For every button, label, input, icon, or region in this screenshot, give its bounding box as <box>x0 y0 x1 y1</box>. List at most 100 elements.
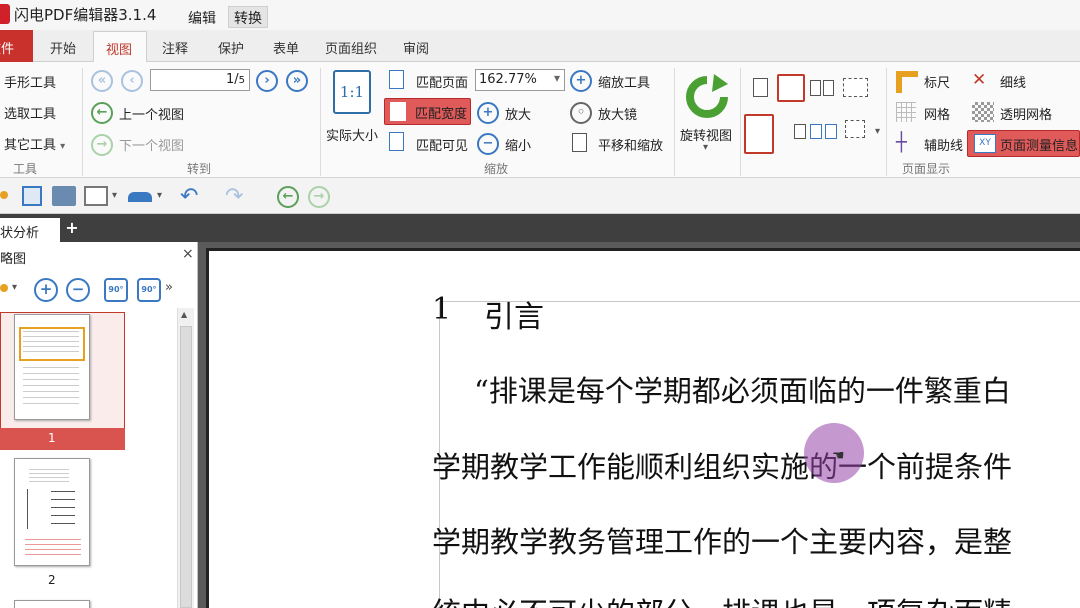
page-current: 1 <box>225 72 235 87</box>
rotate-right-icon[interactable]: 90° <box>137 278 161 302</box>
menu-convert[interactable]: 转换 <box>228 6 268 28</box>
measure-info-label: 页面测量信息 <box>1000 139 1079 154</box>
magnifier-button[interactable]: 放大镜 <box>598 104 637 123</box>
other-tools-label: 其它工具 <box>4 138 57 153</box>
last-page-icon[interactable]: » <box>286 70 308 92</box>
guides-button[interactable]: 辅助线 <box>924 135 963 154</box>
ruler-icon[interactable] <box>896 71 918 93</box>
page-1-icon[interactable] <box>825 124 837 139</box>
thin-line-icon[interactable]: ✕ <box>972 70 986 90</box>
tab-review[interactable]: 审阅 <box>403 38 429 57</box>
grid-icon[interactable] <box>896 102 916 122</box>
first-page-icon[interactable]: « <box>91 70 113 92</box>
hand-tool-button[interactable]: 手形工具 <box>4 72 56 91</box>
zoom-out-icon[interactable]: − <box>477 133 499 155</box>
shrink-thumbnail-icon[interactable]: − <box>66 278 90 302</box>
transparent-grid-button[interactable]: 透明网格 <box>1000 104 1052 123</box>
thumbnail-page-3[interactable] <box>14 600 90 608</box>
facing-page-icon[interactable] <box>823 80 834 96</box>
tab-form[interactable]: 表单 <box>273 38 299 57</box>
magnifier-icon[interactable]: ◦ <box>570 102 592 124</box>
chevron-down-icon[interactable]: ▾ <box>875 126 880 137</box>
redo-icon[interactable]: ↷ <box>225 184 249 209</box>
continuous-page-icon[interactable] <box>777 74 805 102</box>
chevron-down-icon[interactable]: ▾ <box>157 190 167 210</box>
save-icon[interactable] <box>22 186 42 206</box>
document-tab-bar: 状分析 + <box>0 214 1080 242</box>
next-page-icon[interactable]: › <box>256 70 278 92</box>
actual-size-icon[interactable]: 1:1 <box>333 70 371 114</box>
rotate-view-icon[interactable] <box>684 74 730 120</box>
print-icon[interactable] <box>52 186 76 206</box>
thumbnail-panel: 略图 × ▾ + − 90° 90° » 1 2 ▲ <box>0 242 198 608</box>
other-tools-button[interactable]: 其它工具 ▾ <box>4 134 65 153</box>
prev-page-icon[interactable]: ‹ <box>121 70 143 92</box>
thumbnail-page-2[interactable] <box>14 458 90 566</box>
ribbon-divider <box>886 68 887 176</box>
options-icon[interactable] <box>0 284 8 292</box>
undo-icon[interactable]: ↶ <box>180 184 204 209</box>
email-icon[interactable] <box>84 186 108 206</box>
new-tab-icon[interactable]: + <box>64 220 80 237</box>
tab-page-org[interactable]: 页面组织 <box>325 38 377 57</box>
scroll-up-icon[interactable]: ▲ <box>181 310 187 319</box>
tab-protect[interactable]: 保护 <box>218 38 244 57</box>
paragraph-line: 学期教学工作能顺利组织实施的一个前提条件 <box>432 450 1013 484</box>
chevron-down-icon[interactable]: ▾ <box>703 142 708 153</box>
page-2-icon[interactable] <box>810 124 822 139</box>
star-icon[interactable] <box>0 191 8 199</box>
tab-file[interactable]: 文件 <box>0 30 33 62</box>
zoom-in-button[interactable]: 放大 <box>505 104 531 123</box>
rotate-left-icon[interactable]: 90° <box>104 278 128 302</box>
tab-comment[interactable]: 注释 <box>162 38 188 57</box>
tile-view-icon[interactable] <box>845 120 865 138</box>
fit-visible-button[interactable]: 匹配可见 <box>416 135 468 154</box>
zoom-in-icon[interactable]: + <box>477 102 499 124</box>
menu-edit[interactable]: 编辑 <box>188 8 216 28</box>
single-page-icon[interactable] <box>753 78 768 97</box>
fit-page-button[interactable]: 匹配页面 <box>416 72 468 91</box>
next-view-button[interactable]: 下一个视图 <box>119 135 184 154</box>
split-view-icon[interactable] <box>794 124 806 139</box>
thumbnail-text <box>25 539 81 557</box>
chevron-down-icon[interactable]: ▾ <box>112 190 122 210</box>
cover-page-icon[interactable] <box>744 114 774 154</box>
zoom-out-button[interactable]: 缩小 <box>505 135 531 154</box>
guides-icon[interactable]: ┼ <box>896 132 907 153</box>
thin-line-button[interactable]: 细线 <box>1000 72 1026 91</box>
previous-view-button[interactable]: 上一个视图 <box>119 104 184 123</box>
measure-info-button[interactable]: XY 页面测量信息 <box>967 130 1080 157</box>
title-bar: 闪电PDF编辑器3.1.4 编辑 转换 <box>0 0 1080 30</box>
tab-view[interactable]: 视图 <box>93 31 147 63</box>
scanner-icon[interactable] <box>128 192 152 202</box>
select-tool-button[interactable]: 选取工具 <box>4 103 56 122</box>
close-icon[interactable]: × <box>182 246 194 262</box>
back-arrow-icon[interactable]: ← <box>91 102 113 124</box>
zoom-tool-icon[interactable]: + <box>570 70 592 92</box>
document-tab[interactable]: 状分析 <box>0 218 60 242</box>
fit-width-icon <box>390 102 406 121</box>
pan-zoom-button[interactable]: 平移和缩放 <box>598 135 663 154</box>
tab-start[interactable]: 开始 <box>50 38 76 57</box>
thumbnail-page-1[interactable] <box>14 314 90 420</box>
zoom-level-select[interactable]: 162.77% <box>475 69 565 91</box>
app-title: 闪电PDF编辑器3.1.4 <box>14 6 157 24</box>
thumbnail-scrollbar[interactable]: ▲ <box>177 308 194 608</box>
zoom-tool-button[interactable]: 缩放工具 <box>598 72 650 91</box>
back-arrow-icon[interactable]: ← <box>277 186 299 208</box>
facing-page-icon[interactable] <box>810 80 821 96</box>
grid-button[interactable]: 网格 <box>924 104 950 123</box>
more-options-icon[interactable]: » <box>165 280 173 295</box>
enlarge-thumbnail-icon[interactable]: + <box>34 278 58 302</box>
continuous-facing-icon[interactable] <box>843 78 868 97</box>
fit-width-button[interactable]: 匹配宽度 <box>384 98 471 125</box>
ruler-button[interactable]: 标尺 <box>924 72 950 91</box>
forward-arrow-icon[interactable]: → <box>308 186 330 208</box>
page-number-input[interactable]: 1/5 <box>150 69 250 91</box>
heading-number: 1 <box>432 292 452 327</box>
forward-arrow-icon[interactable]: → <box>91 134 113 156</box>
actual-size-button[interactable]: 实际大小 <box>326 125 378 144</box>
scrollbar-thumb[interactable] <box>180 326 192 608</box>
chevron-down-icon[interactable]: ▾ <box>12 282 17 293</box>
transparent-grid-icon[interactable] <box>972 102 994 122</box>
